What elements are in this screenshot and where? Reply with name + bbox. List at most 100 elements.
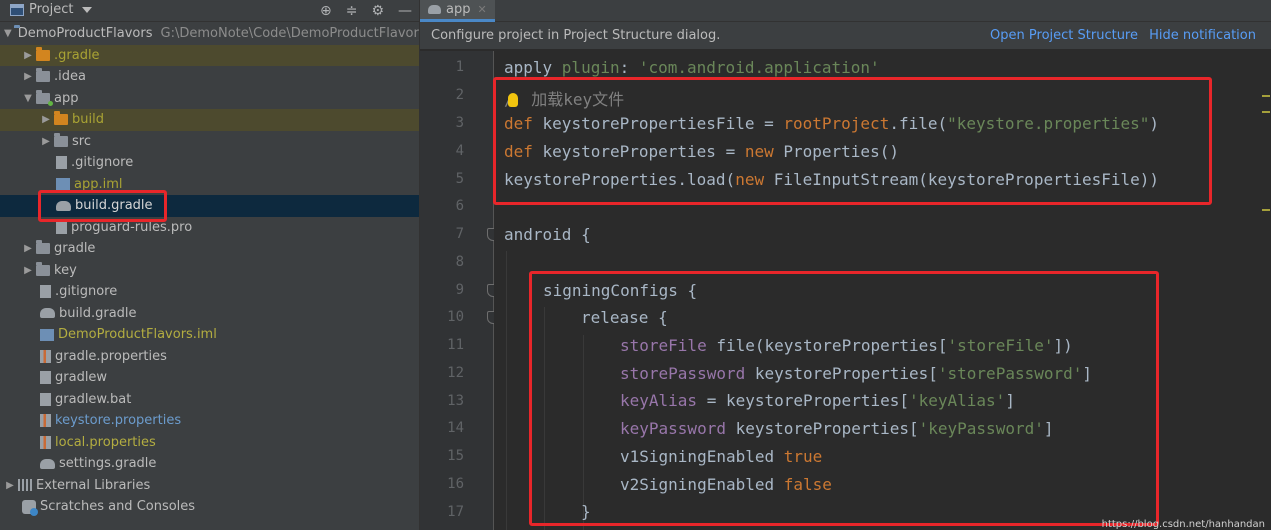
properties-file-icon xyxy=(40,414,51,428)
module-folder-icon xyxy=(36,89,53,106)
line-number: 17 xyxy=(447,504,464,520)
editor-gutter: 1 2 3 4 5 6 7 8 9 10 11 12 13 14 15 16 1… xyxy=(420,51,500,530)
project-view-selector[interactable]: Project xyxy=(10,2,93,17)
file-icon xyxy=(40,285,51,299)
tree-item-label: gradle xyxy=(54,241,96,257)
gear-icon[interactable]: ⚙ xyxy=(371,3,384,19)
file-icon xyxy=(40,392,51,406)
tree-item-label: .gradle xyxy=(54,47,100,63)
chevron-down-icon xyxy=(82,6,93,13)
tree-item-demoproductflavors-iml[interactable]: DemoProductFlavors.iml xyxy=(0,324,419,346)
tree-item-label: key xyxy=(54,262,77,278)
tab-app[interactable]: app ✕ xyxy=(420,0,495,22)
tree-item-root-build-gradle[interactable]: build.gradle xyxy=(0,303,419,325)
expand-arrow-icon[interactable]: ▶ xyxy=(22,238,34,259)
line-number: 16 xyxy=(447,476,464,492)
folder-icon xyxy=(54,132,68,147)
line-number: 3 xyxy=(455,115,464,131)
folder-icon xyxy=(54,111,68,126)
tree-item-gradle-folder[interactable]: ▶ gradle xyxy=(0,238,419,260)
tree-item-gradlew-bat[interactable]: gradlew.bat xyxy=(0,389,419,411)
tree-item-idea[interactable]: ▶ .idea xyxy=(0,66,419,88)
module-file-icon xyxy=(56,178,70,191)
tree-item-src[interactable]: ▶ src xyxy=(0,131,419,153)
line-number: 2 xyxy=(455,87,464,103)
locate-target-icon[interactable]: ⊕ xyxy=(320,3,332,19)
line-number: 10 xyxy=(447,309,464,325)
tree-item-label: .idea xyxy=(54,69,86,85)
tree-item-settings-gradle[interactable]: settings.gradle xyxy=(0,453,419,475)
folder-icon xyxy=(36,68,50,83)
tree-item-app-gitignore[interactable]: .gitignore xyxy=(0,152,419,174)
libraries-icon xyxy=(18,479,32,492)
tree-root-demoproductflavors[interactable]: ▼ DemoProductFlavors G:\DemoNote\Code\De… xyxy=(0,23,420,45)
code-line-1: apply plugin: 'com.android.application' xyxy=(504,58,880,77)
collapse-all-icon[interactable]: ≑ xyxy=(346,3,358,19)
expand-arrow-icon[interactable]: ▶ xyxy=(4,475,16,496)
tree-root-path: G:\DemoNote\Code\DemoProductFlavors xyxy=(160,26,420,42)
tree-item-dot-gradle[interactable]: ▶ .gradle xyxy=(0,44,419,66)
indent-guide xyxy=(506,251,507,530)
expand-arrow-icon[interactable]: ▶ xyxy=(22,260,34,281)
project-pane-title: Project xyxy=(29,2,74,17)
line-number: 15 xyxy=(447,448,464,464)
notification-bar: Configure project in Project Structure d… xyxy=(420,22,1271,50)
hide-panel-icon[interactable]: — xyxy=(398,3,412,19)
tree-item-scratches[interactable]: Scratches and Consoles xyxy=(0,496,419,518)
tree-item-label: DemoProductFlavors.iml xyxy=(58,327,217,343)
tab-label: app xyxy=(446,2,471,17)
error-stripe-mark[interactable] xyxy=(1262,209,1270,211)
file-icon xyxy=(56,220,67,234)
tree-item-label: local.properties xyxy=(55,434,156,450)
expand-arrow-icon[interactable]: ▶ xyxy=(22,45,34,66)
folder-icon xyxy=(36,261,50,276)
error-stripe-mark[interactable] xyxy=(1262,95,1270,97)
tree-item-app[interactable]: ▼ app xyxy=(0,88,419,110)
tree-item-label: src xyxy=(72,133,91,149)
line-number: 11 xyxy=(447,337,464,353)
tree-item-build[interactable]: ▶ build xyxy=(0,109,419,131)
tree-item-gradle-properties[interactable]: gradle.properties xyxy=(0,346,419,368)
highlight-box-keystore-loading xyxy=(493,77,1212,205)
folder-icon xyxy=(36,240,50,255)
notification-message: Configure project in Project Structure d… xyxy=(431,28,721,43)
project-tool-window: Project ⊕ ≑ ⚙ — ▼ DemoProductFlavors G:\… xyxy=(0,0,420,530)
tree-item-label: gradlew xyxy=(55,370,108,386)
tree-item-local-properties[interactable]: local.properties xyxy=(0,432,419,454)
line-number: 4 xyxy=(455,143,464,159)
line-number: 13 xyxy=(447,393,464,409)
expand-arrow-icon[interactable]: ▼ xyxy=(4,23,12,44)
project-pane-toolbar: ⊕ ≑ ⚙ — xyxy=(320,0,412,22)
expand-arrow-icon[interactable]: ▶ xyxy=(40,131,52,152)
expand-arrow-icon[interactable]: ▼ xyxy=(22,88,34,109)
tree-item-label: gradle.properties xyxy=(55,348,167,364)
hide-notification-link[interactable]: Hide notification xyxy=(1149,28,1256,43)
line-number: 9 xyxy=(455,282,464,298)
tree-item-label: build xyxy=(72,112,104,128)
error-stripe-mark[interactable] xyxy=(1262,111,1270,113)
line-number: 8 xyxy=(455,254,464,270)
tree-item-label: External Libraries xyxy=(36,477,151,493)
expand-arrow-icon[interactable]: ▶ xyxy=(40,109,52,130)
open-project-structure-link[interactable]: Open Project Structure xyxy=(990,28,1138,43)
editor-scrollbar[interactable] xyxy=(1259,51,1271,530)
tree-item-key[interactable]: ▶ key xyxy=(0,260,419,282)
tree-item-label: app xyxy=(54,90,79,106)
tree-item-label: build.gradle xyxy=(59,305,137,321)
tree-item-gradlew[interactable]: gradlew xyxy=(0,367,419,389)
line-number: 1 xyxy=(455,59,464,75)
close-icon[interactable]: ✕ xyxy=(477,3,486,16)
expand-arrow-icon[interactable]: ▶ xyxy=(22,66,34,87)
line-number: 14 xyxy=(447,420,464,436)
project-pane-header: Project ⊕ ≑ ⚙ — xyxy=(0,0,419,22)
tree-item-external-libraries[interactable]: ▶ External Libraries xyxy=(0,475,419,497)
tree-item-label: Scratches and Consoles xyxy=(40,499,196,515)
highlight-box-signing-configs xyxy=(529,271,1159,526)
line-number: 7 xyxy=(455,226,464,242)
tree-root-label: DemoProductFlavors xyxy=(17,26,153,42)
file-icon xyxy=(56,156,67,170)
tree-item-root-gitignore[interactable]: .gitignore xyxy=(0,281,419,303)
file-icon xyxy=(40,371,51,385)
tree-item-keystore-properties[interactable]: keystore.properties xyxy=(0,410,419,432)
tree-item-label: keystore.properties xyxy=(55,413,182,429)
